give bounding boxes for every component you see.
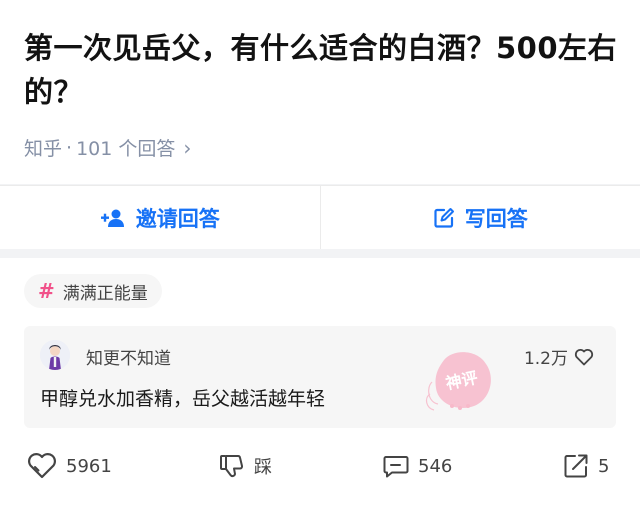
answers-count: 101 个回答 — [76, 138, 176, 160]
answer-actions-bar: 5961 踩 546 5 — [0, 448, 640, 488]
comment-likes-count: 1.2万 — [523, 349, 568, 369]
invite-answer-label: 邀请回答 — [135, 206, 220, 231]
comment-icon — [383, 456, 409, 478]
hot-comment-stamp-icon: 神评 — [425, 352, 491, 411]
question-title[interactable]: 第一次见岳父，有什么适合的白酒？500左右的？ — [24, 26, 620, 114]
add-user-icon — [100, 209, 124, 227]
source-label: 知乎 — [24, 138, 63, 160]
question-card: 第一次见岳父，有什么适合的白酒？500左右的？ 知乎 · 101 个回答 › — [0, 0, 640, 184]
write-answer-button[interactable]: 写回答 — [319, 186, 640, 249]
edit-icon — [434, 207, 454, 228]
topic-tag[interactable]: # 满满正能量 — [24, 274, 162, 308]
share-count: 5 — [598, 455, 610, 477]
comment-count: 546 — [418, 455, 453, 477]
hash-icon: # — [38, 279, 55, 303]
thumbs-down-icon — [220, 455, 244, 478]
answer-card: # 满满正能量 知更不知道 1.2万 甲醇兑水加香精，岳父越活越年轻 神评 59… — [0, 258, 640, 505]
topic-tag-label: 满满正能量 — [62, 283, 148, 304]
downvote-button[interactable]: 踩 — [218, 452, 272, 480]
upvote-count: 5961 — [66, 455, 112, 477]
featured-comment[interactable]: 知更不知道 1.2万 甲醇兑水加香精，岳父越活越年轻 神评 — [24, 326, 616, 428]
action-bar: 邀请回答 写回答 — [0, 185, 640, 249]
avatar[interactable] — [40, 340, 70, 370]
comment-button[interactable]: 546 — [382, 452, 452, 480]
chevron-right-icon: › — [183, 135, 192, 160]
comment-author[interactable]: 知更不知道 — [86, 344, 171, 369]
share-button[interactable]: 5 — [562, 452, 609, 480]
downvote-label: 踩 — [254, 457, 272, 478]
avatar-figure-icon — [40, 340, 70, 370]
meta-separator: · — [66, 136, 73, 159]
comment-text: 甲醇兑水加香精，岳父越活越年轻 — [40, 388, 326, 410]
upvote-button[interactable]: 5961 — [26, 452, 112, 480]
invite-answer-button[interactable]: 邀请回答 — [0, 186, 320, 249]
heart-outline-icon — [28, 453, 56, 479]
share-icon — [564, 454, 588, 478]
heart-icon — [574, 348, 594, 365]
write-answer-label: 写回答 — [464, 206, 528, 231]
question-meta[interactable]: 知乎 · 101 个回答 › — [24, 134, 191, 161]
comment-likes[interactable]: 1.2万 — [524, 344, 594, 369]
